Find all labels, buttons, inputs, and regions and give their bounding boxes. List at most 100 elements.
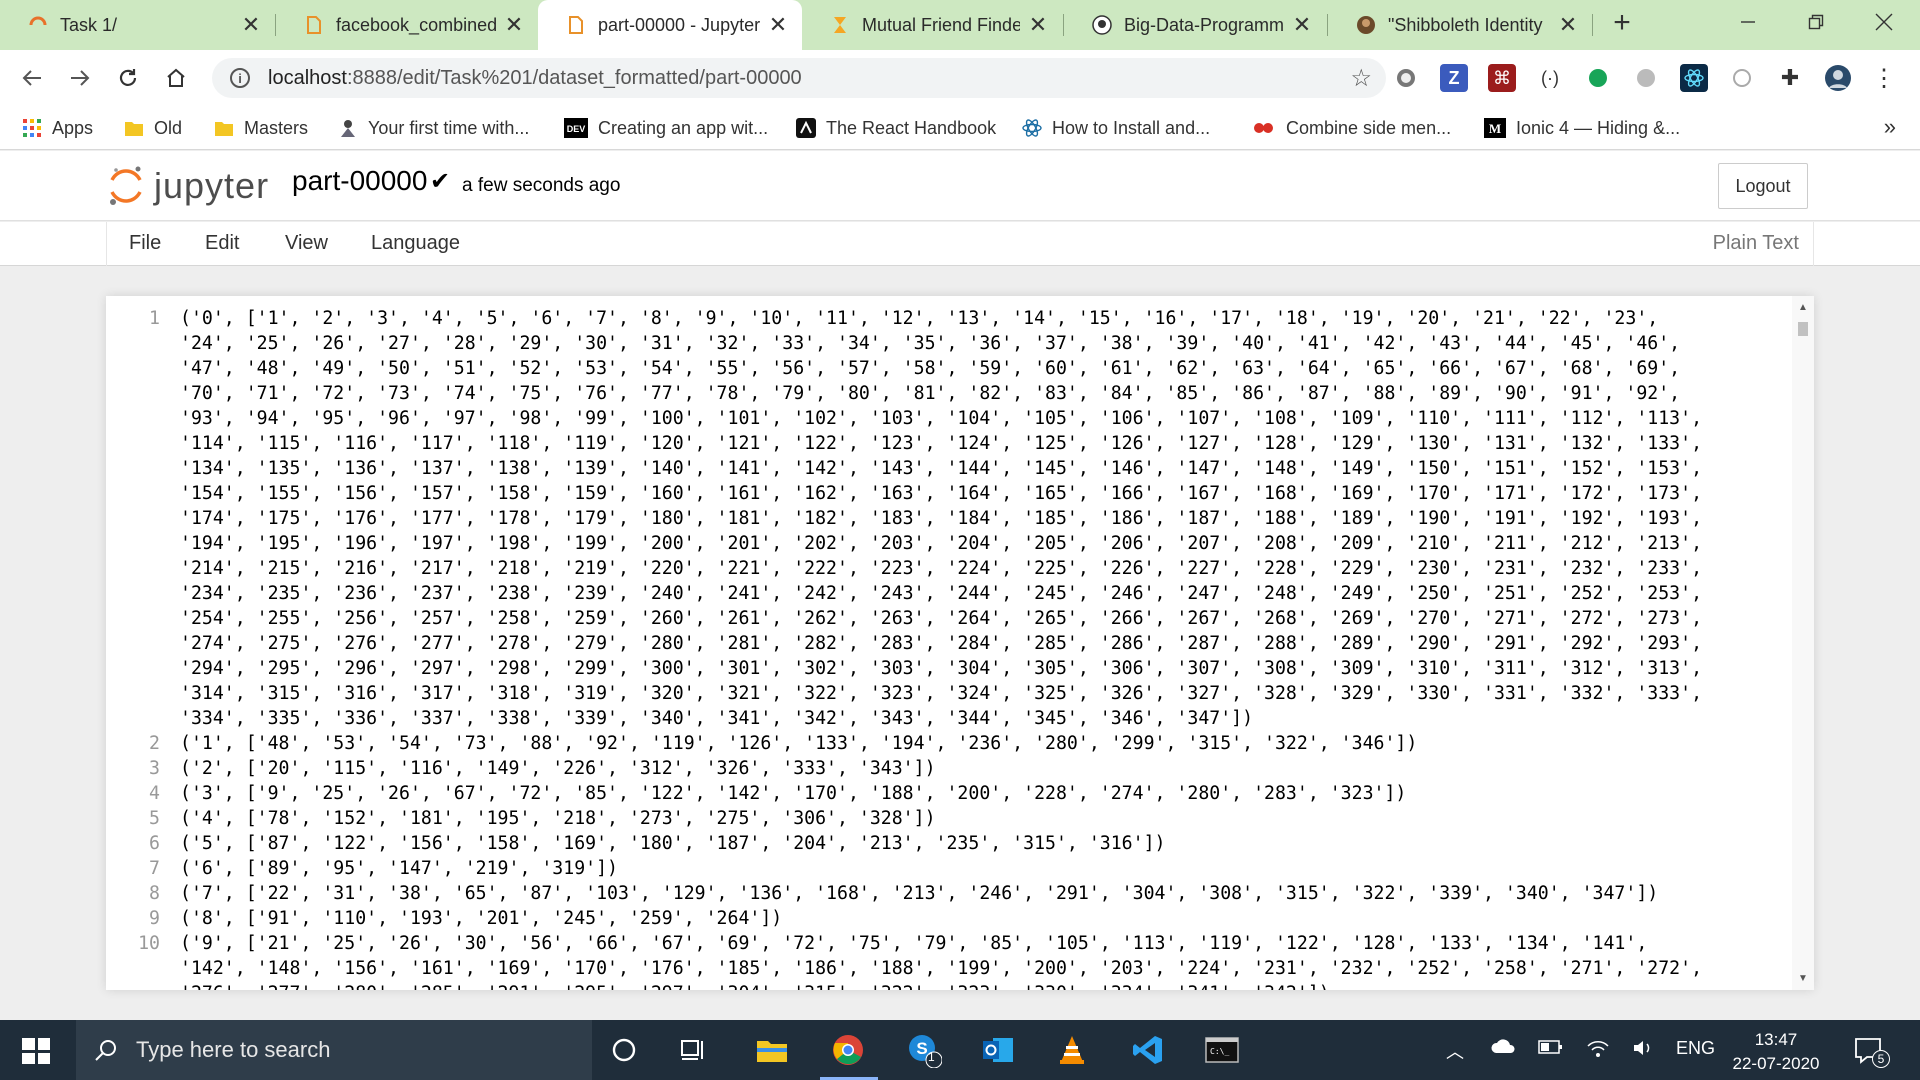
code-line[interactable]: 1 ('0', ['1', '2', '3', '4', '5', '6', '7… (106, 306, 1786, 331)
scroll-up-icon[interactable]: ▲ (1798, 302, 1808, 313)
code-line[interactable]: '93', '94', '95', '96', '97', '98', '99'… (106, 406, 1786, 431)
jupyter-logo[interactable]: jupyter (108, 161, 269, 211)
tab-big-data-programming[interactable]: Big-Data-Programmi ✕ (1064, 0, 1326, 50)
bookmark-your-first-time[interactable]: Your first time with... (338, 116, 529, 140)
code-text[interactable]: '194', '195', '196', '197', '198', '199'… (180, 531, 1786, 556)
code-line[interactable]: '294', '295', '296', '297', '298', '299'… (106, 656, 1786, 681)
green-dot-icon[interactable] (1584, 64, 1612, 92)
notebook-filename[interactable]: part-00000 (292, 165, 427, 197)
vertical-scrollbar[interactable]: ▲ ▼ (1792, 296, 1814, 990)
scrollbar-thumb[interactable] (1798, 322, 1808, 336)
code-line[interactable]: 10 ('9', ['21', '25', '26', '30', '56', '… (106, 931, 1786, 956)
volume-icon[interactable] (1632, 1038, 1656, 1063)
code-text[interactable]: '154', '155', '156', '157', '158', '159'… (180, 481, 1786, 506)
tab-facebook-combined[interactable]: facebook_combined. ✕ (276, 0, 538, 50)
code-line[interactable]: '214', '215', '216', '217', '218', '219'… (106, 556, 1786, 581)
address-bar[interactable]: i localhost:8888/edit/Task%201/dataset_f… (212, 58, 1386, 98)
code-line[interactable]: '70', '71', '72', '73', '74', '75', '76'… (106, 381, 1786, 406)
close-icon[interactable]: ✕ (504, 12, 524, 38)
extension-circle-icon[interactable] (1392, 64, 1420, 92)
react-devtools-icon[interactable] (1680, 64, 1708, 92)
menu-edit[interactable]: Edit (205, 232, 239, 255)
tab-task1[interactable]: Task 1/ ✕ (0, 0, 275, 50)
code-bracket-icon[interactable]: (·) (1536, 64, 1564, 92)
logout-button[interactable]: Logout (1718, 163, 1808, 209)
code-line[interactable]: 2 ('1', ['48', '53', '54', '73', '88', '9… (106, 731, 1786, 756)
close-icon[interactable]: ✕ (1292, 12, 1312, 38)
reload-button[interactable] (110, 60, 146, 96)
code-line[interactable]: '234', '235', '236', '237', '238', '239'… (106, 581, 1786, 606)
system-clock[interactable]: 13:47 22-07-2020 (1730, 1028, 1822, 1076)
code-line[interactable]: '276', '277', '280', '285', '291', '295'… (106, 981, 1786, 990)
tab-shibboleth-identity[interactable]: "Shibboleth Identity ✕ (1328, 0, 1592, 50)
code-text[interactable]: '334', '335', '336', '337', '338', '339'… (180, 706, 1786, 731)
chevron-up-icon[interactable]: ︿ (1446, 1038, 1464, 1064)
code-text[interactable]: ('3', ['9', '25', '26', '67', '72', '85'… (180, 781, 1786, 806)
code-line[interactable]: 5 ('4', ['78', '152', '181', '195', '218'… (106, 806, 1786, 831)
back-button[interactable] (14, 60, 50, 96)
code-text[interactable]: ('6', ['89', '95', '147', '219', '319']) (180, 856, 1786, 881)
taskbar-search[interactable]: Type here to search (76, 1020, 592, 1080)
start-button[interactable] (14, 1034, 58, 1068)
close-icon[interactable]: ✕ (768, 12, 788, 38)
code-line[interactable]: 3 ('2', ['20', '115', '116', '149', '226'… (106, 756, 1786, 781)
code-text[interactable]: '174', '175', '176', '177', '178', '179'… (180, 506, 1786, 531)
code-line[interactable]: '24', '25', '26', '27', '28', '29', '30'… (106, 331, 1786, 356)
onedrive-cloud-icon[interactable] (1490, 1036, 1518, 1061)
info-icon[interactable]: i (230, 68, 250, 88)
language-indicator[interactable]: ENG (1676, 1038, 1715, 1059)
cortana-icon[interactable] (602, 1030, 646, 1070)
bookmark-combine-side-menu[interactable]: Combine side men... (1252, 116, 1451, 140)
code-line[interactable]: '254', '255', '256', '257', '258', '259'… (106, 606, 1786, 631)
code-line[interactable]: '134', '135', '136', '137', '138', '139'… (106, 456, 1786, 481)
bookmark-folder-old[interactable]: Old (124, 116, 182, 140)
code-line[interactable]: '314', '315', '316', '317', '318', '319'… (106, 681, 1786, 706)
code-line[interactable]: 9 ('8', ['91', '110', '193', '201', '245'… (106, 906, 1786, 931)
close-icon[interactable]: ✕ (1558, 12, 1578, 38)
code-text[interactable]: '47', '48', '49', '50', '51', '52', '53'… (180, 356, 1786, 381)
skype-icon[interactable]: S 1 (902, 1030, 946, 1070)
bookmark-ionic-4[interactable]: M Ionic 4 — Hiding &... (1484, 116, 1680, 140)
minimize-button[interactable] (1720, 4, 1776, 40)
close-window-button[interactable] (1856, 4, 1912, 40)
menu-language[interactable]: Language (371, 232, 460, 255)
home-button[interactable] (158, 60, 194, 96)
code-line[interactable]: 8 ('7', ['22', '31', '38', '65', '87', '1… (106, 881, 1786, 906)
code-text[interactable]: '276', '277', '280', '285', '291', '295'… (180, 981, 1786, 990)
code-text[interactable]: '134', '135', '136', '137', '138', '139'… (180, 456, 1786, 481)
code-text[interactable]: '214', '215', '216', '217', '218', '219'… (180, 556, 1786, 581)
code-line[interactable]: '274', '275', '276', '277', '278', '279'… (106, 631, 1786, 656)
menu-view[interactable]: View (285, 232, 328, 255)
pdf-icon[interactable]: ⌘ (1488, 64, 1516, 92)
code-text[interactable]: '70', '71', '72', '73', '74', '75', '76'… (180, 381, 1786, 406)
code-text[interactable]: ('1', ['48', '53', '54', '73', '88', '92… (180, 731, 1786, 756)
task-view-icon[interactable] (672, 1030, 716, 1070)
zotero-icon[interactable]: Z (1440, 64, 1468, 92)
forward-button[interactable] (62, 60, 98, 96)
code-text[interactable]: '142', '148', '156', '161', '169', '170'… (180, 956, 1786, 981)
new-tab-button[interactable]: + (1604, 6, 1640, 40)
code-text[interactable]: '114', '115', '116', '117', '118', '119'… (180, 431, 1786, 456)
code-text[interactable]: '234', '235', '236', '237', '238', '239'… (180, 581, 1786, 606)
bookmark-react-handbook[interactable]: The React Handbook (796, 116, 996, 140)
bookmark-folder-masters[interactable]: Masters (214, 116, 308, 140)
code-line[interactable]: '142', '148', '156', '161', '169', '170'… (106, 956, 1786, 981)
code-line[interactable]: '47', '48', '49', '50', '51', '52', '53'… (106, 356, 1786, 381)
code-text[interactable]: '254', '255', '256', '257', '258', '259'… (180, 606, 1786, 631)
text-editor[interactable]: 1 ('0', ['1', '2', '3', '4', '5', '6', '7… (106, 296, 1814, 990)
terminal-icon[interactable]: C:\_ (1200, 1030, 1244, 1070)
code-line[interactable]: '194', '195', '196', '197', '198', '199'… (106, 531, 1786, 556)
code-line[interactable]: '154', '155', '156', '157', '158', '159'… (106, 481, 1786, 506)
code-text[interactable]: ('5', ['87', '122', '156', '158', '169',… (180, 831, 1786, 856)
vlc-icon[interactable] (1050, 1030, 1094, 1070)
code-line[interactable]: 6 ('5', ['87', '122', '156', '158', '169'… (106, 831, 1786, 856)
tab-mutual-friend-finder[interactable]: Mutual Friend Finder ✕ (802, 0, 1062, 50)
outlook-icon[interactable] (976, 1030, 1020, 1070)
menu-file[interactable]: File (129, 232, 161, 255)
code-area[interactable]: 1 ('0', ['1', '2', '3', '4', '5', '6', '7… (106, 306, 1786, 990)
tab-part-00000-jupyter[interactable]: part-00000 - Jupyter ✕ (538, 0, 802, 50)
restore-button[interactable] (1788, 4, 1844, 40)
code-text[interactable]: ('8', ['91', '110', '193', '201', '245',… (180, 906, 1786, 931)
battery-icon[interactable] (1538, 1038, 1564, 1061)
bookmark-creating-an-app[interactable]: DEV Creating an app wit... (564, 116, 768, 140)
